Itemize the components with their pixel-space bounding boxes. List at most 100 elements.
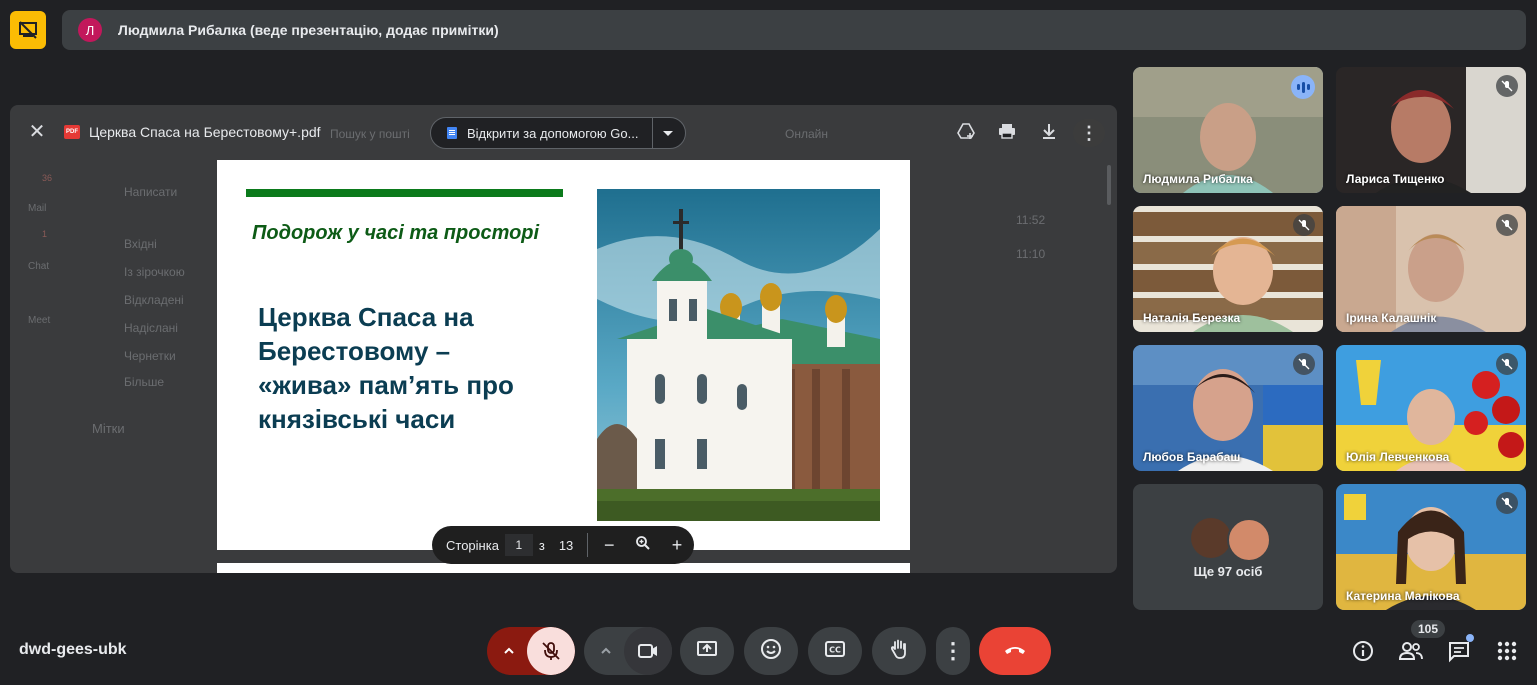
page-of-label: з bbox=[538, 537, 545, 553]
ghost-rail-meet: Meet bbox=[28, 315, 51, 326]
speaking-indicator-icon bbox=[1291, 75, 1315, 99]
presenter-text: Людмила Рибалка (веде презентацію, додає… bbox=[118, 22, 499, 38]
page-total: 13 bbox=[558, 537, 574, 553]
camera-control[interactable] bbox=[584, 627, 672, 675]
zoom-out-icon[interactable]: − bbox=[592, 535, 626, 555]
activities-icon[interactable] bbox=[1494, 638, 1520, 664]
page-number-input[interactable]: 1 bbox=[504, 534, 533, 556]
ghost-nav-4: Чернетки bbox=[124, 349, 176, 363]
emoji-button[interactable] bbox=[744, 627, 798, 675]
mic-off-icon bbox=[1496, 214, 1518, 236]
open-with-button[interactable]: Відкрити за допомогою Go... bbox=[430, 117, 686, 149]
pdf-next-page-edge bbox=[217, 563, 910, 573]
end-call-icon bbox=[1002, 636, 1028, 667]
captions-button[interactable]: CC bbox=[808, 627, 862, 675]
add-to-drive-icon[interactable] bbox=[955, 121, 977, 143]
ghost-nav-0: Вхідні bbox=[124, 237, 157, 251]
participant-name: Юлія Левченкова bbox=[1346, 450, 1450, 464]
present-button[interactable] bbox=[680, 627, 734, 675]
docs-icon bbox=[447, 127, 457, 139]
avatar bbox=[1191, 518, 1231, 558]
meeting-code: dwd-gees-ubk bbox=[19, 641, 127, 658]
slide-accent-bar bbox=[246, 189, 563, 197]
ghost-badge-mail: 36 bbox=[42, 173, 53, 183]
mic-off-icon bbox=[1496, 492, 1518, 514]
unread-dot bbox=[1466, 634, 1474, 642]
print-icon[interactable] bbox=[996, 121, 1018, 143]
page-controls: Сторінка 1 з 13 − + bbox=[432, 526, 694, 564]
pdf-icon: PDF bbox=[64, 125, 80, 139]
ghost-labels: Мітки bbox=[92, 421, 125, 436]
mic-off-icon bbox=[1293, 214, 1315, 236]
more-vert-icon[interactable]: ⋮ bbox=[1073, 119, 1105, 147]
avatar bbox=[1227, 518, 1271, 562]
chevron-up-icon[interactable] bbox=[501, 643, 517, 659]
participant-name: Любов Барабаш bbox=[1143, 450, 1241, 464]
file-name: Церква Спаса на Берестовому+.pdf bbox=[89, 124, 321, 140]
more-options-button[interactable]: ⋮ bbox=[936, 627, 970, 675]
participant-name: Наталія Березка bbox=[1143, 311, 1241, 325]
participant-tile[interactable]: Наталія Березка bbox=[1133, 206, 1323, 332]
more-vert-icon: ⋮ bbox=[942, 638, 964, 663]
ghost-scrollbar bbox=[1107, 165, 1111, 205]
page-label: Сторінка bbox=[446, 537, 499, 553]
participant-name: Катерина Малікова bbox=[1346, 589, 1460, 603]
ghost-nav-3: Надіслані bbox=[124, 321, 178, 335]
ghost-nav-1: Із зірочкою bbox=[124, 265, 185, 279]
camera-icon[interactable] bbox=[624, 627, 672, 675]
close-icon[interactable]: ✕ bbox=[26, 120, 48, 144]
participant-tile[interactable]: Лариса Тищенко bbox=[1336, 67, 1526, 193]
chevron-down-icon[interactable] bbox=[663, 130, 673, 136]
ghost-compose: Написати bbox=[124, 185, 178, 199]
emoji-icon bbox=[759, 637, 783, 666]
participant-tile[interactable]: Катерина Малікова bbox=[1336, 484, 1526, 610]
zoom-in-icon[interactable]: + bbox=[660, 535, 694, 555]
participant-name: Лариса Тищенко bbox=[1346, 172, 1445, 186]
slide-title-line: князівські часи bbox=[258, 404, 456, 434]
mic-off-icon bbox=[1293, 353, 1315, 375]
participant-count-badge: 105 bbox=[1411, 620, 1445, 638]
participant-tile[interactable]: Людмила Рибалка bbox=[1133, 67, 1323, 193]
download-icon[interactable] bbox=[1038, 121, 1060, 143]
mic-off-icon bbox=[1496, 75, 1518, 97]
present-icon bbox=[695, 637, 719, 666]
chevron-up-icon[interactable] bbox=[598, 643, 614, 659]
presenter-banner: Л Людмила Рибалка (веде презентацію, дод… bbox=[62, 10, 1526, 50]
participant-name: Ірина Калашнік bbox=[1346, 311, 1437, 325]
info-icon[interactable] bbox=[1350, 638, 1376, 664]
ghost-time-1: 11:10 bbox=[1016, 247, 1046, 261]
ghost-rail-chat: Chat bbox=[28, 261, 50, 272]
zoom-icon[interactable] bbox=[626, 535, 660, 555]
more-participants-tile[interactable]: Ще 97 осіб bbox=[1133, 484, 1323, 610]
ghost-nav-5: Більше bbox=[124, 375, 165, 389]
slide-title-line: Берестовому – bbox=[258, 336, 451, 366]
ghost-nav-2: Відкладені bbox=[124, 293, 184, 307]
participant-name: Людмила Рибалка bbox=[1143, 172, 1253, 186]
slide-title-line: «жива» пам’ять про bbox=[258, 370, 514, 400]
mic-control[interactable] bbox=[487, 627, 575, 675]
ghost-badge-chat: 1 bbox=[42, 229, 48, 239]
presenter-avatar: Л bbox=[78, 18, 102, 42]
open-with-label: Відкрити за допомогою Go... bbox=[467, 125, 639, 141]
slide-title-line: Церква Спаса на bbox=[258, 302, 474, 332]
pager-divider bbox=[587, 533, 589, 557]
people-icon[interactable] bbox=[1398, 638, 1424, 664]
ghost-status: Онлайн bbox=[785, 127, 828, 141]
participant-tile[interactable]: Любов Барабаш bbox=[1133, 345, 1323, 471]
chat-icon[interactable] bbox=[1446, 634, 1474, 664]
mic-off-icon[interactable] bbox=[527, 627, 575, 675]
mic-off-icon bbox=[1496, 353, 1518, 375]
raise-hand-button[interactable] bbox=[872, 627, 926, 675]
participant-tile[interactable]: Ірина Калашнік bbox=[1336, 206, 1526, 332]
svg-text:CC: CC bbox=[829, 645, 841, 654]
captions-icon: CC bbox=[823, 637, 847, 666]
end-call-button[interactable] bbox=[979, 627, 1051, 675]
more-participants-label: Ще 97 осіб bbox=[1193, 564, 1263, 579]
slide-title: Церква Спаса на Берестовому – «жива» пам… bbox=[258, 300, 578, 436]
ghost-time-0: 11:52 bbox=[1016, 213, 1046, 227]
church-photo bbox=[597, 189, 880, 521]
presentation-off-icon[interactable] bbox=[10, 11, 46, 49]
participant-tile[interactable]: Юлія Левченкова bbox=[1336, 345, 1526, 471]
ghost-rail-mail: Mail bbox=[28, 203, 47, 214]
ghost-search: Пошук у пошті bbox=[330, 127, 410, 141]
